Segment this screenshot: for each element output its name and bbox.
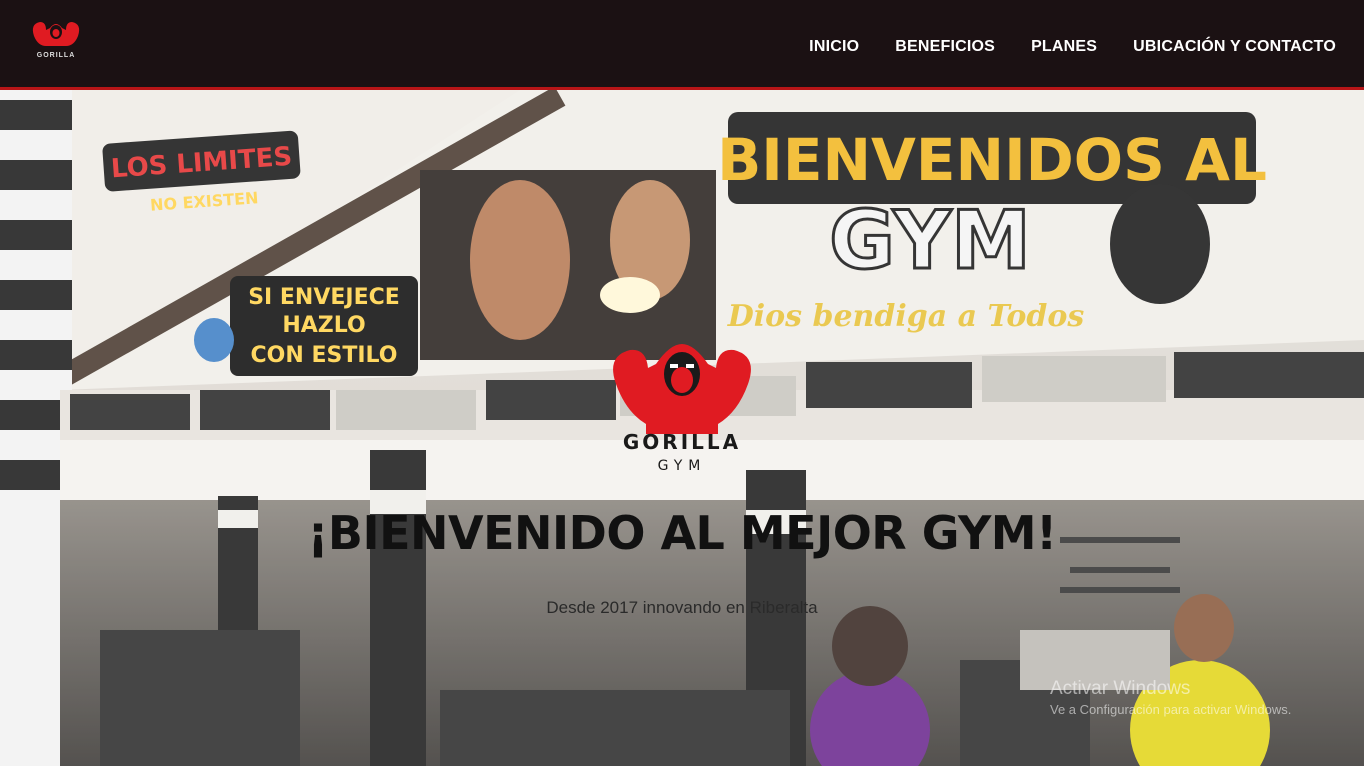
- gorilla-logo-icon[interactable]: GORILLA: [28, 16, 84, 64]
- nav-menu: INICIO BENEFICIOS PLANES UBICACIÓN Y CON…: [809, 38, 1336, 56]
- hero-section: LOS LIMITES NO EXISTEN SI ENVEJECE HAZLO…: [0, 90, 1364, 766]
- watermark-title: Activar Windows: [1050, 678, 1191, 699]
- logo-text: GORILLA: [36, 52, 76, 59]
- hero-brand-sub: GYM: [657, 458, 707, 474]
- nav-beneficios[interactable]: BENEFICIOS: [895, 38, 995, 56]
- nav-inicio[interactable]: INICIO: [809, 38, 859, 56]
- hero-title: ¡BIENVENIDO AL MEJOR GYM!: [307, 506, 1057, 560]
- hero-subtitle: Desde 2017 innovando en Riberalta: [546, 598, 818, 617]
- nav-planes[interactable]: PLANES: [1031, 38, 1097, 56]
- hero-brand-name: GORILLA: [622, 430, 742, 454]
- watermark-subtitle: Ve a Configuración para activar Windows.: [1050, 702, 1292, 717]
- windows-activation-watermark: Activar Windows Ve a Configuración para …: [1050, 678, 1291, 717]
- nav-ubicacion-contacto[interactable]: UBICACIÓN Y CONTACTO: [1133, 38, 1336, 56]
- top-navbar: GORILLA INICIO BENEFICIOS PLANES UBICACI…: [0, 0, 1364, 90]
